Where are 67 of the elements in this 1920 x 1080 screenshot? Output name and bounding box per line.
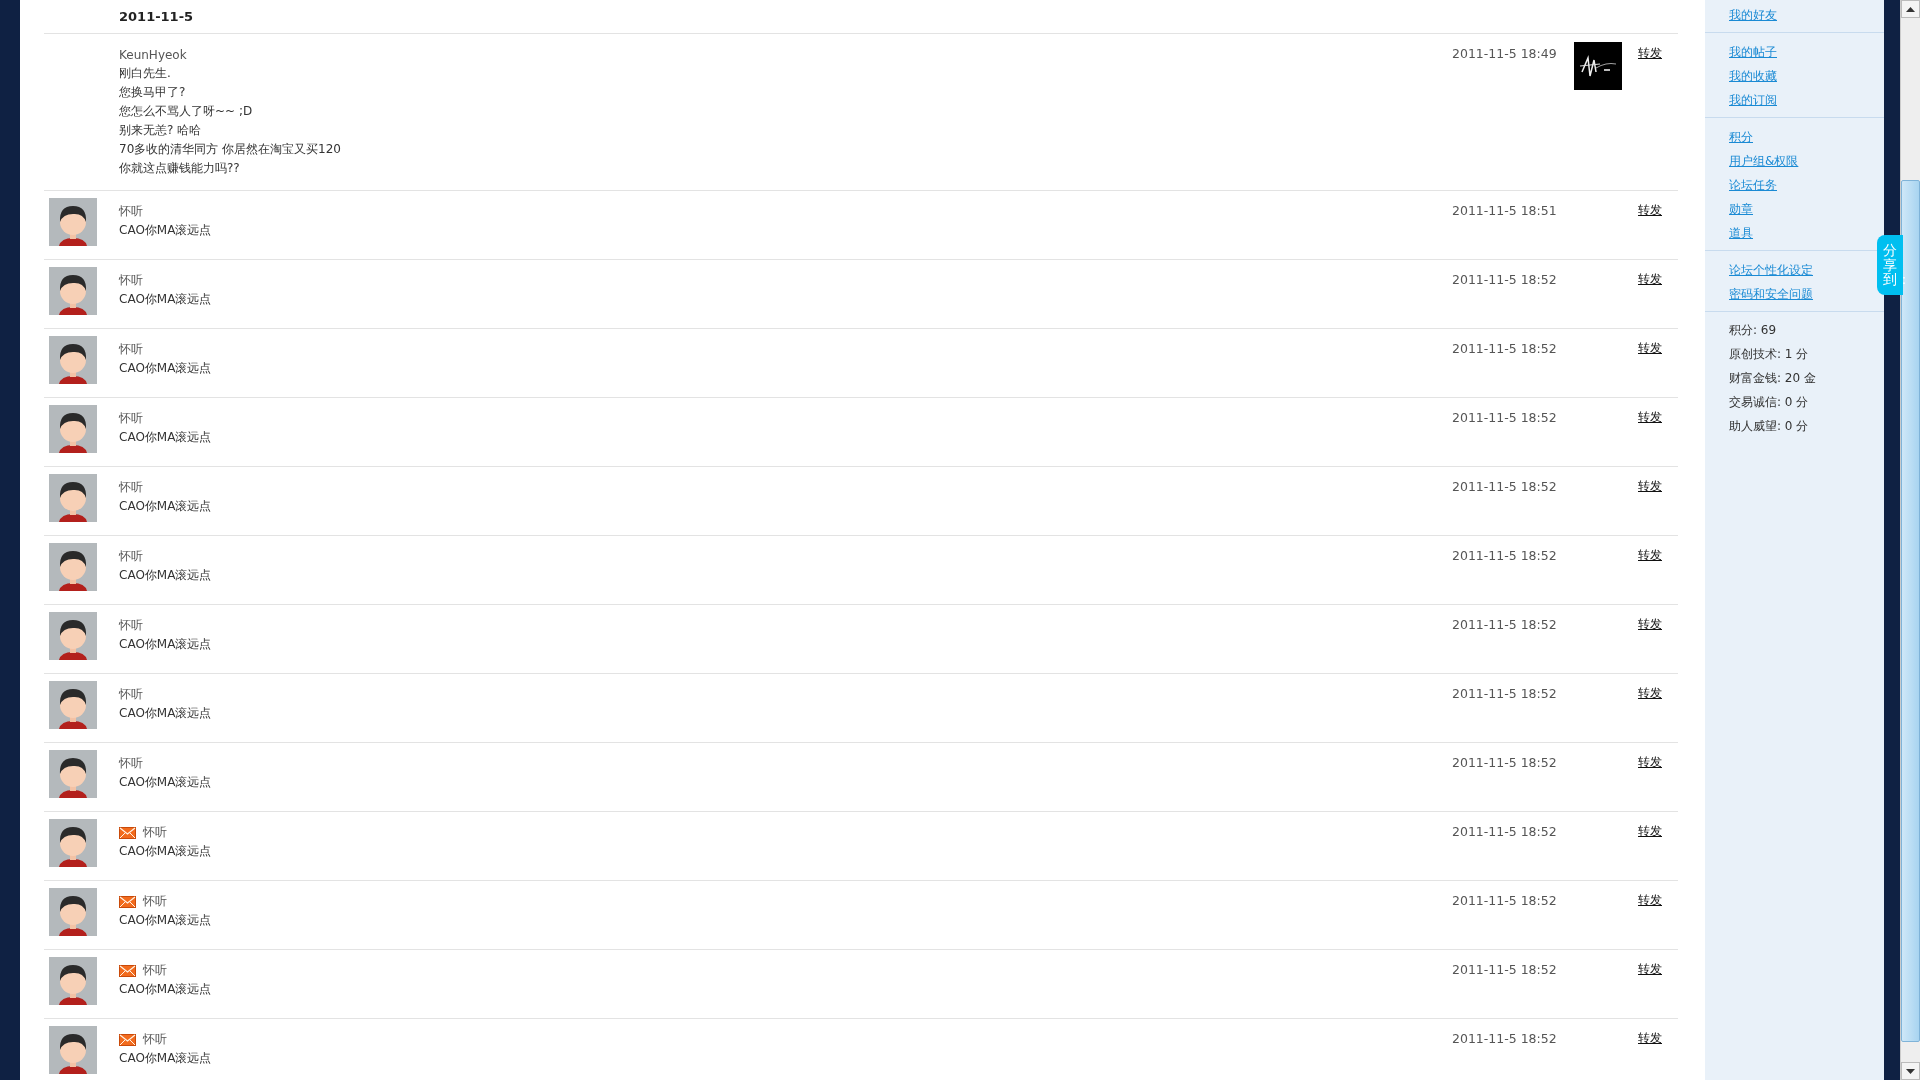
message-text: 别来无恙? 哈哈 bbox=[119, 122, 203, 139]
message-text: 您怎么不骂人了呀~~ ;D bbox=[119, 103, 254, 120]
forward-link[interactable]: 转发 bbox=[1638, 260, 1678, 287]
timestamp: 2011-11-5 18:49 bbox=[1452, 45, 1558, 62]
author-name: 怀听 bbox=[119, 272, 143, 289]
author-name: 怀听 bbox=[119, 548, 143, 565]
timestamp: 2011-11-5 18:52 bbox=[1452, 1030, 1558, 1047]
forward-link[interactable]: 转发 bbox=[1638, 881, 1678, 908]
message-text: CAO你MA滚远点 bbox=[119, 567, 213, 584]
message-text: CAO你MA滚远点 bbox=[119, 774, 213, 791]
author-name: 怀听 bbox=[119, 686, 143, 703]
timestamp: 2011-11-5 18:52 bbox=[1452, 685, 1558, 702]
timestamp: 2011-11-5 18:52 bbox=[1452, 547, 1558, 564]
message-text: 刚白先生. bbox=[119, 65, 172, 82]
message-text: 您换马甲了? bbox=[119, 84, 187, 101]
message-text: CAO你MA滚远点 bbox=[119, 222, 213, 239]
forward-link[interactable]: 转发 bbox=[1638, 536, 1678, 563]
stat-text: 交易诚信: 0 分 bbox=[1729, 394, 1809, 411]
stat-text: 原创技术: 1 分 bbox=[1729, 346, 1809, 363]
timestamp: 2011-11-5 18:52 bbox=[1452, 271, 1558, 288]
message-text: CAO你MA滚远点 bbox=[119, 429, 213, 446]
timestamp: 2011-11-5 18:52 bbox=[1452, 340, 1558, 357]
message-text: CAO你MA滚远点 bbox=[119, 705, 213, 722]
message-text: CAO你MA滚远点 bbox=[119, 291, 213, 308]
author-name: 怀听 bbox=[119, 479, 143, 496]
forward-link[interactable]: 转发 bbox=[1638, 191, 1678, 218]
forward-link[interactable]: 转发 bbox=[1638, 605, 1678, 632]
message-text: CAO你MA滚远点 bbox=[119, 843, 213, 860]
timestamp: 2011-11-5 18:52 bbox=[1452, 892, 1558, 909]
author-name: 怀听 bbox=[119, 410, 143, 427]
author-name: 怀听 bbox=[119, 341, 143, 358]
forward-link[interactable]: 转发 bbox=[1638, 950, 1678, 977]
message-text: CAO你MA滚远点 bbox=[119, 981, 213, 998]
forward-link[interactable]: 转发 bbox=[1638, 743, 1678, 770]
author-name: KeunHyeok bbox=[119, 47, 187, 62]
forward-link[interactable]: 转发 bbox=[1638, 1019, 1678, 1046]
forward-link[interactable]: 转发 bbox=[1638, 398, 1678, 425]
forward-link[interactable]: 转发 bbox=[1638, 674, 1678, 701]
forward-link[interactable]: 转发 bbox=[1638, 812, 1678, 839]
author-name: 怀听 bbox=[119, 203, 143, 220]
author-name: 怀听 bbox=[119, 617, 143, 634]
forward-link[interactable]: 转发 bbox=[1638, 329, 1678, 356]
message-text: CAO你MA滚远点 bbox=[119, 1050, 213, 1067]
author-name: 怀听 bbox=[143, 824, 167, 841]
message-text: 70多收的清华同方 你居然在淘宝又买120 bbox=[119, 141, 342, 158]
timestamp: 2011-11-5 18:51 bbox=[1452, 202, 1558, 219]
message-text: CAO你MA滚远点 bbox=[119, 360, 213, 377]
timestamp: 2011-11-5 18:52 bbox=[1452, 409, 1558, 426]
stat-text: 财富金钱: 20 金 bbox=[1729, 370, 1816, 387]
timestamp: 2011-11-5 18:52 bbox=[1452, 961, 1558, 978]
forward-link[interactable]: 转发 bbox=[1638, 467, 1678, 494]
timestamp: 2011-11-5 18:52 bbox=[1452, 478, 1558, 495]
author-name: 怀听 bbox=[119, 755, 143, 772]
stat-text: 积分: 69 bbox=[1729, 322, 1777, 339]
message-text: CAO你MA滚远点 bbox=[119, 636, 213, 653]
message-text: CAO你MA滚远点 bbox=[119, 498, 213, 515]
message-text: CAO你MA滚远点 bbox=[119, 912, 213, 929]
author-name: 怀听 bbox=[143, 1031, 167, 1048]
timestamp: 2011-11-5 18:52 bbox=[1452, 616, 1558, 633]
timestamp: 2011-11-5 18:52 bbox=[1452, 754, 1558, 771]
author-name: 怀听 bbox=[143, 893, 167, 910]
author-name: 怀听 bbox=[143, 962, 167, 979]
stat-text: 助人威望: 0 分 bbox=[1729, 418, 1809, 435]
message-text: 你就这点赚钱能力吗?? bbox=[119, 160, 241, 177]
timestamp: 2011-11-5 18:52 bbox=[1452, 823, 1558, 840]
date-header: 2011-11-5 bbox=[119, 9, 194, 24]
forward-link[interactable]: 转发 bbox=[1638, 34, 1678, 61]
